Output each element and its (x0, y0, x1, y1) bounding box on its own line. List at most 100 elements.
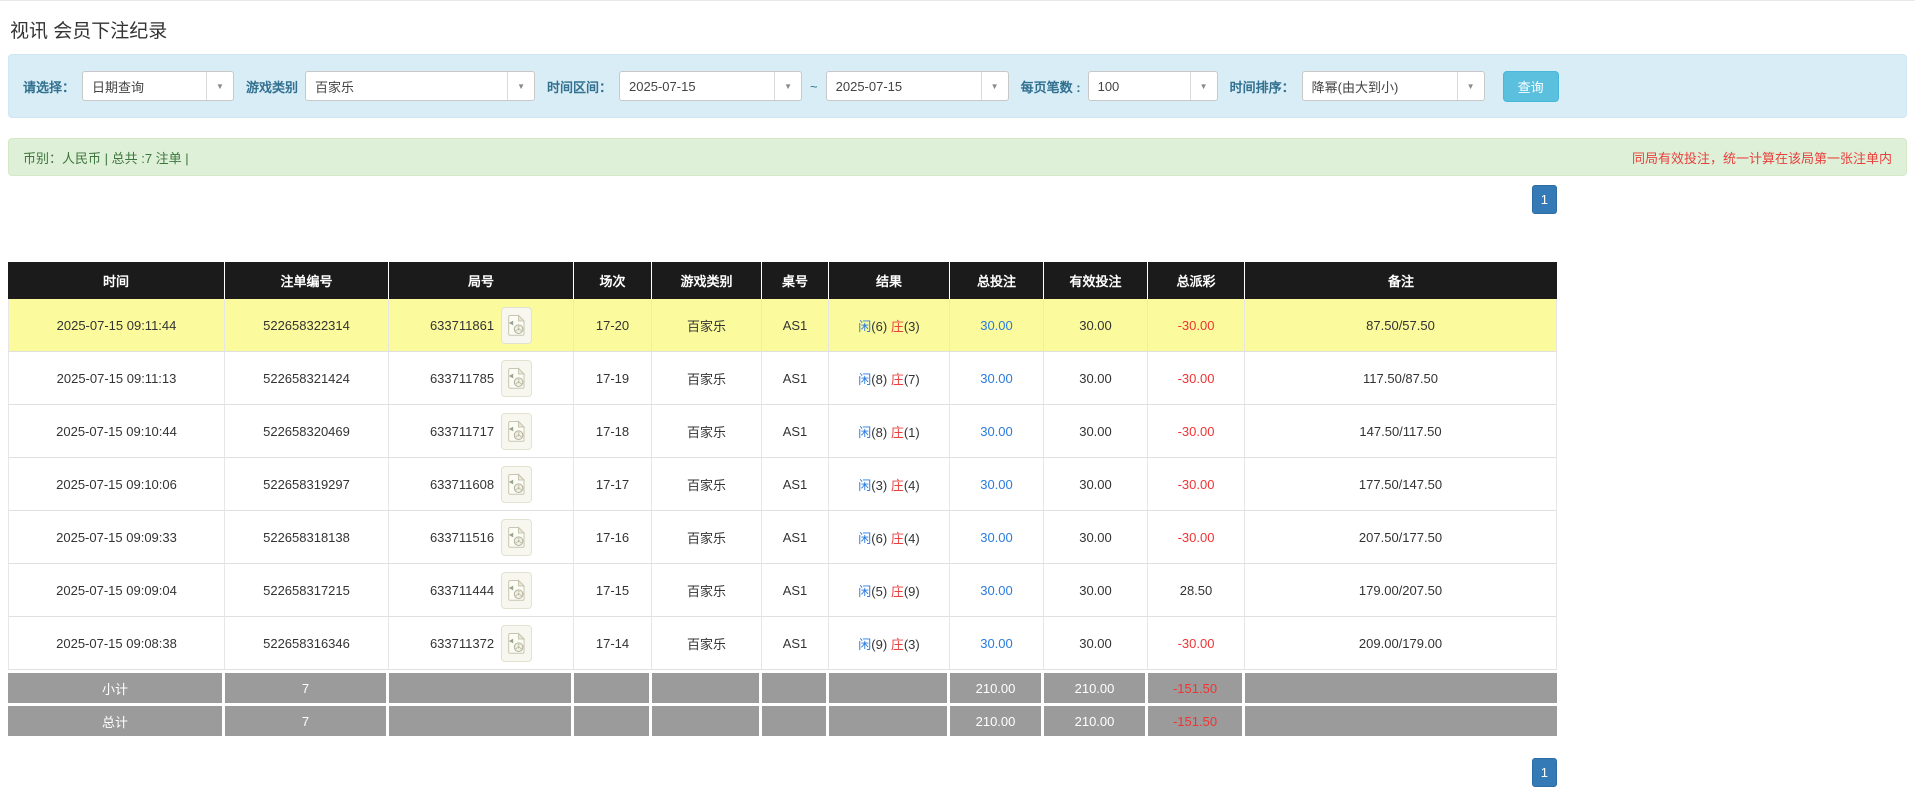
cell-session: 17-18 (574, 405, 652, 458)
total-bet-link[interactable]: 30.00 (980, 477, 1013, 492)
video-icon (508, 313, 526, 336)
query-mode-value: 日期查询 (92, 79, 145, 95)
page-size-select[interactable]: 100 ▼ (1087, 71, 1218, 101)
date-to-select[interactable]: 2025-07-15 ▼ (825, 71, 1009, 101)
result-player-score: (3) (871, 477, 888, 493)
chevron-down-icon[interactable]: ▼ (980, 72, 1008, 100)
result-player: 闲 (858, 636, 872, 652)
cell-round-no: 633711444 (389, 564, 574, 617)
total-label: 总计 (8, 703, 225, 736)
page-size-value: 100 (1097, 78, 1120, 94)
filter-panel: 请选择： 日期查询 ▼ 游戏类别 百家乐 ▼ 时间区间： 2025-07-15 … (8, 54, 1907, 118)
result-player: 闲 (858, 371, 872, 387)
page-button-1[interactable]: 1 (1531, 758, 1557, 787)
date-from-value: 2025-07-15 (629, 78, 696, 94)
sort-order-select[interactable]: 降幂(由大到小) ▼ (1301, 71, 1485, 101)
total-bet-link[interactable]: 30.00 (980, 424, 1013, 439)
game-type-select[interactable]: 百家乐 ▼ (305, 71, 536, 101)
cell-payout: -30.00 (1148, 511, 1245, 564)
col-game-type: 游戏类别 (652, 262, 762, 299)
result-banker-score: (1) (903, 424, 920, 440)
pagination-bottom: 1 (8, 758, 1557, 787)
cell-payout: -30.00 (1148, 458, 1245, 511)
cell-valid-bet: 30.00 (1044, 299, 1148, 352)
sort-order-value: 降幂(由大到小) (1311, 79, 1399, 95)
cell-game-type: 百家乐 (652, 299, 762, 352)
cell-total-bet: 30.00 (950, 458, 1044, 511)
time-range-label: 时间区间： (547, 79, 613, 95)
chevron-down-icon[interactable]: ▼ (774, 72, 801, 100)
table-header-row: 时间 注单编号 局号 场次 游戏类别 桌号 结果 总投注 有效投注 总派彩 备注 (8, 262, 1557, 299)
query-mode-select[interactable]: 日期查询 ▼ (82, 71, 235, 101)
cell-remark: 209.00/179.00 (1245, 617, 1557, 670)
cell-round-no: 633711372 (389, 617, 574, 670)
cell-payout: -30.00 (1148, 617, 1245, 670)
result-player-score: (5) (871, 583, 888, 599)
result-player-score: (8) (871, 424, 888, 440)
cell-payout: -30.00 (1148, 405, 1245, 458)
date-from-select[interactable]: 2025-07-15 ▼ (619, 71, 803, 101)
video-replay-button[interactable] (501, 518, 533, 556)
video-replay-button[interactable] (501, 571, 533, 609)
result-banker: 庄 (890, 424, 904, 440)
chevron-down-icon[interactable]: ▼ (507, 72, 534, 100)
total-bet-link[interactable]: 30.00 (980, 583, 1013, 598)
subtotal-total-bet: 210.00 (950, 670, 1044, 703)
total-bet-link[interactable]: 30.00 (980, 636, 1013, 651)
game-type-value: 百家乐 (315, 79, 355, 95)
subtotal-count: 7 (225, 670, 389, 703)
video-replay-button[interactable] (501, 465, 533, 503)
cell-bet-no: 522658317215 (225, 564, 389, 617)
cell-session: 17-19 (574, 352, 652, 405)
page-size-label: 每页笔数 : (1020, 79, 1081, 95)
chevron-down-icon[interactable]: ▼ (1456, 72, 1484, 100)
cell-result: 闲(8) 庄(1) (829, 405, 950, 458)
cell-time: 2025-07-15 09:11:44 (8, 299, 225, 352)
col-session: 场次 (574, 262, 652, 299)
cell-remark: 177.50/147.50 (1245, 458, 1557, 511)
video-replay-button[interactable] (501, 359, 533, 397)
result-player-score: (6) (871, 318, 888, 334)
total-bet-link[interactable]: 30.00 (980, 318, 1013, 333)
cell-valid-bet: 30.00 (1044, 617, 1148, 670)
date-to-value: 2025-07-15 (835, 78, 903, 94)
video-icon (508, 525, 526, 548)
total-bet-link[interactable]: 30.00 (980, 530, 1013, 545)
total-total-bet: 210.00 (950, 703, 1044, 736)
round-no-text: 633711717 (429, 423, 495, 439)
grand-total-row: 总计 7 210.00 210.00 -151.50 (8, 703, 1557, 736)
sort-order-label: 时间排序： (1229, 79, 1295, 95)
round-no-text: 633711785 (429, 370, 495, 386)
cell-bet-no: 522658322314 (225, 299, 389, 352)
chevron-down-icon[interactable]: ▼ (206, 72, 233, 100)
search-button[interactable]: 查询 (1502, 70, 1559, 102)
cell-session: 17-17 (574, 458, 652, 511)
cell-table-no: AS1 (762, 458, 829, 511)
video-replay-button[interactable] (501, 412, 533, 450)
page-button-1[interactable]: 1 (1531, 185, 1557, 214)
cell-time: 2025-07-15 09:09:04 (8, 564, 225, 617)
cell-result: 闲(6) 庄(4) (829, 511, 950, 564)
total-bet-link[interactable]: 30.00 (980, 371, 1013, 386)
cell-game-type: 百家乐 (652, 405, 762, 458)
video-icon (508, 631, 526, 654)
cell-valid-bet: 30.00 (1044, 458, 1148, 511)
video-replay-button[interactable] (501, 306, 533, 344)
video-replay-button[interactable] (501, 624, 533, 662)
cell-round-no: 633711516 (389, 511, 574, 564)
cell-game-type: 百家乐 (652, 511, 762, 564)
pagination-top: 1 (8, 185, 1557, 214)
cell-game-type: 百家乐 (652, 617, 762, 670)
cell-session: 17-20 (574, 299, 652, 352)
cell-bet-no: 522658321424 (225, 352, 389, 405)
total-count: 7 (225, 703, 389, 736)
cell-table-no: AS1 (762, 352, 829, 405)
table-row: 2025-07-15 09:11:44 522658322314 633711861… (8, 299, 1557, 352)
col-bet-no: 注单编号 (225, 262, 389, 299)
cell-game-type: 百家乐 (652, 564, 762, 617)
cell-total-bet: 30.00 (950, 617, 1044, 670)
video-icon (508, 419, 526, 442)
result-player: 闲 (858, 424, 872, 440)
cell-table-no: AS1 (762, 299, 829, 352)
chevron-down-icon[interactable]: ▼ (1189, 72, 1217, 100)
